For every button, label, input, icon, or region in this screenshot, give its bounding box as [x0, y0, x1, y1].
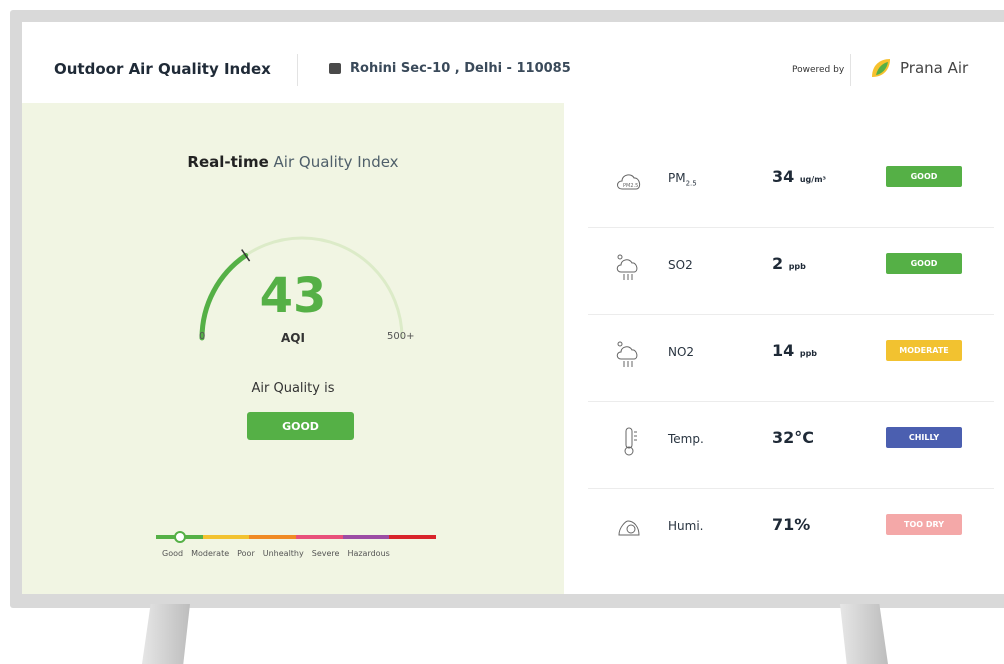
metric-name: Temp. — [668, 432, 704, 446]
aqi-value: 43 — [259, 268, 327, 324]
metric-value: 2 ppb — [772, 254, 806, 273]
metric-row-no2: NO2 14 ppb MODERATE — [602, 323, 982, 393]
aqi-label: AQI — [281, 331, 305, 345]
so2-cloud-icon — [614, 252, 644, 282]
pm25-cloud-icon: PM2.5 — [614, 165, 644, 195]
location: Rohini Sec-10 , Delhi - 110085 — [329, 61, 571, 76]
metric-name: Humi. — [668, 519, 704, 533]
row-divider — [588, 488, 994, 489]
metric-status-badge[interactable]: GOOD — [886, 166, 962, 187]
scale-segment-moderate — [202, 535, 250, 539]
location-pin-icon — [329, 63, 341, 74]
metric-status-badge[interactable]: CHILLY — [886, 427, 962, 448]
metric-unit: ppb — [788, 262, 806, 271]
metric-name: NO2 — [668, 345, 695, 359]
metric-row-humi: Humi. 71% TOO DRY — [602, 497, 982, 567]
metric-name: PM2.5 — [668, 171, 697, 188]
gauge-max-label: 500+ — [387, 331, 415, 342]
metric-value: 71% — [772, 515, 811, 534]
aqi-color-scale — [156, 535, 437, 539]
aqi-scale-labels: Good Moderate Poor Unhealthy Severe Hazardous — [162, 549, 452, 558]
row-divider — [588, 227, 994, 228]
brand-name: Prana Air — [900, 59, 969, 77]
gauge-min-label: 0 — [199, 331, 206, 342]
metric-value: 14 ppb — [772, 341, 818, 360]
header-divider-brand — [850, 54, 851, 86]
scale-label-unhealthy: Unhealthy — [262, 549, 304, 558]
header-divider — [297, 54, 298, 86]
powered-by-label: Powered by — [792, 65, 845, 75]
page-title: Outdoor Air Quality Index — [54, 60, 271, 78]
row-divider — [588, 401, 994, 402]
scale-label-hazardous: Hazardous — [347, 549, 390, 558]
location-text: Rohini Sec-10 , Delhi - 110085 — [350, 61, 571, 76]
metric-unit: °C — [794, 428, 815, 447]
brand-logo[interactable]: Prana Air — [868, 55, 968, 81]
scale-segment-unhealthy — [296, 535, 343, 539]
scale-label-poor: Poor — [237, 549, 255, 558]
scale-segment-hazardous — [389, 535, 437, 539]
realtime-title: Real-time Air Quality Index — [22, 153, 564, 171]
humidity-icon — [614, 513, 644, 543]
realtime-panel: Real-time Air Quality Index 43 AQI 0 500… — [22, 103, 564, 594]
realtime-title-light: Air Quality Index — [273, 153, 399, 171]
scale-segment-poor — [249, 535, 297, 539]
metric-unit: ppb — [799, 349, 818, 358]
scale-label-severe: Severe — [311, 549, 340, 558]
metric-name-subscript: 2.5 — [685, 179, 697, 188]
monitor-stand-right — [840, 604, 888, 664]
metric-unit: % — [794, 515, 811, 534]
row-divider — [588, 314, 994, 315]
prana-air-leaf-icon — [872, 59, 890, 77]
metric-status-badge[interactable]: MODERATE — [886, 340, 962, 361]
metric-name: SO2 — [668, 258, 693, 272]
metric-status-badge[interactable]: TOO DRY — [886, 514, 962, 535]
dashboard-screen: Outdoor Air Quality Index Rohini Sec-10 … — [22, 22, 1004, 594]
scale-segment-severe — [342, 535, 390, 539]
metric-status-badge[interactable]: GOOD — [886, 253, 962, 274]
metric-row-temp: Temp. 32°C CHILLY — [602, 410, 982, 480]
scale-label-moderate: Moderate — [191, 549, 230, 558]
metric-unit: ug/m³ — [799, 175, 827, 184]
metric-value: 32°C — [772, 428, 815, 447]
air-quality-status-badge[interactable]: GOOD — [247, 412, 354, 440]
monitor-stand-left — [142, 604, 190, 664]
air-quality-is-label: Air Quality is — [251, 381, 335, 396]
scale-label-good: Good — [162, 549, 184, 558]
metric-row-pm: PM2.5 PM2.5 34 ug/m³ GOOD — [602, 149, 982, 219]
metric-value: 34 ug/m³ — [772, 167, 827, 186]
metric-row-so2: SO2 2 ppb GOOD — [602, 236, 982, 306]
thermometer-icon — [614, 426, 644, 456]
aqi-scale-marker — [174, 531, 186, 543]
realtime-title-strong: Real-time — [187, 153, 269, 171]
svg-text:PM2.5: PM2.5 — [623, 183, 638, 189]
no2-cloud-icon — [614, 339, 644, 369]
